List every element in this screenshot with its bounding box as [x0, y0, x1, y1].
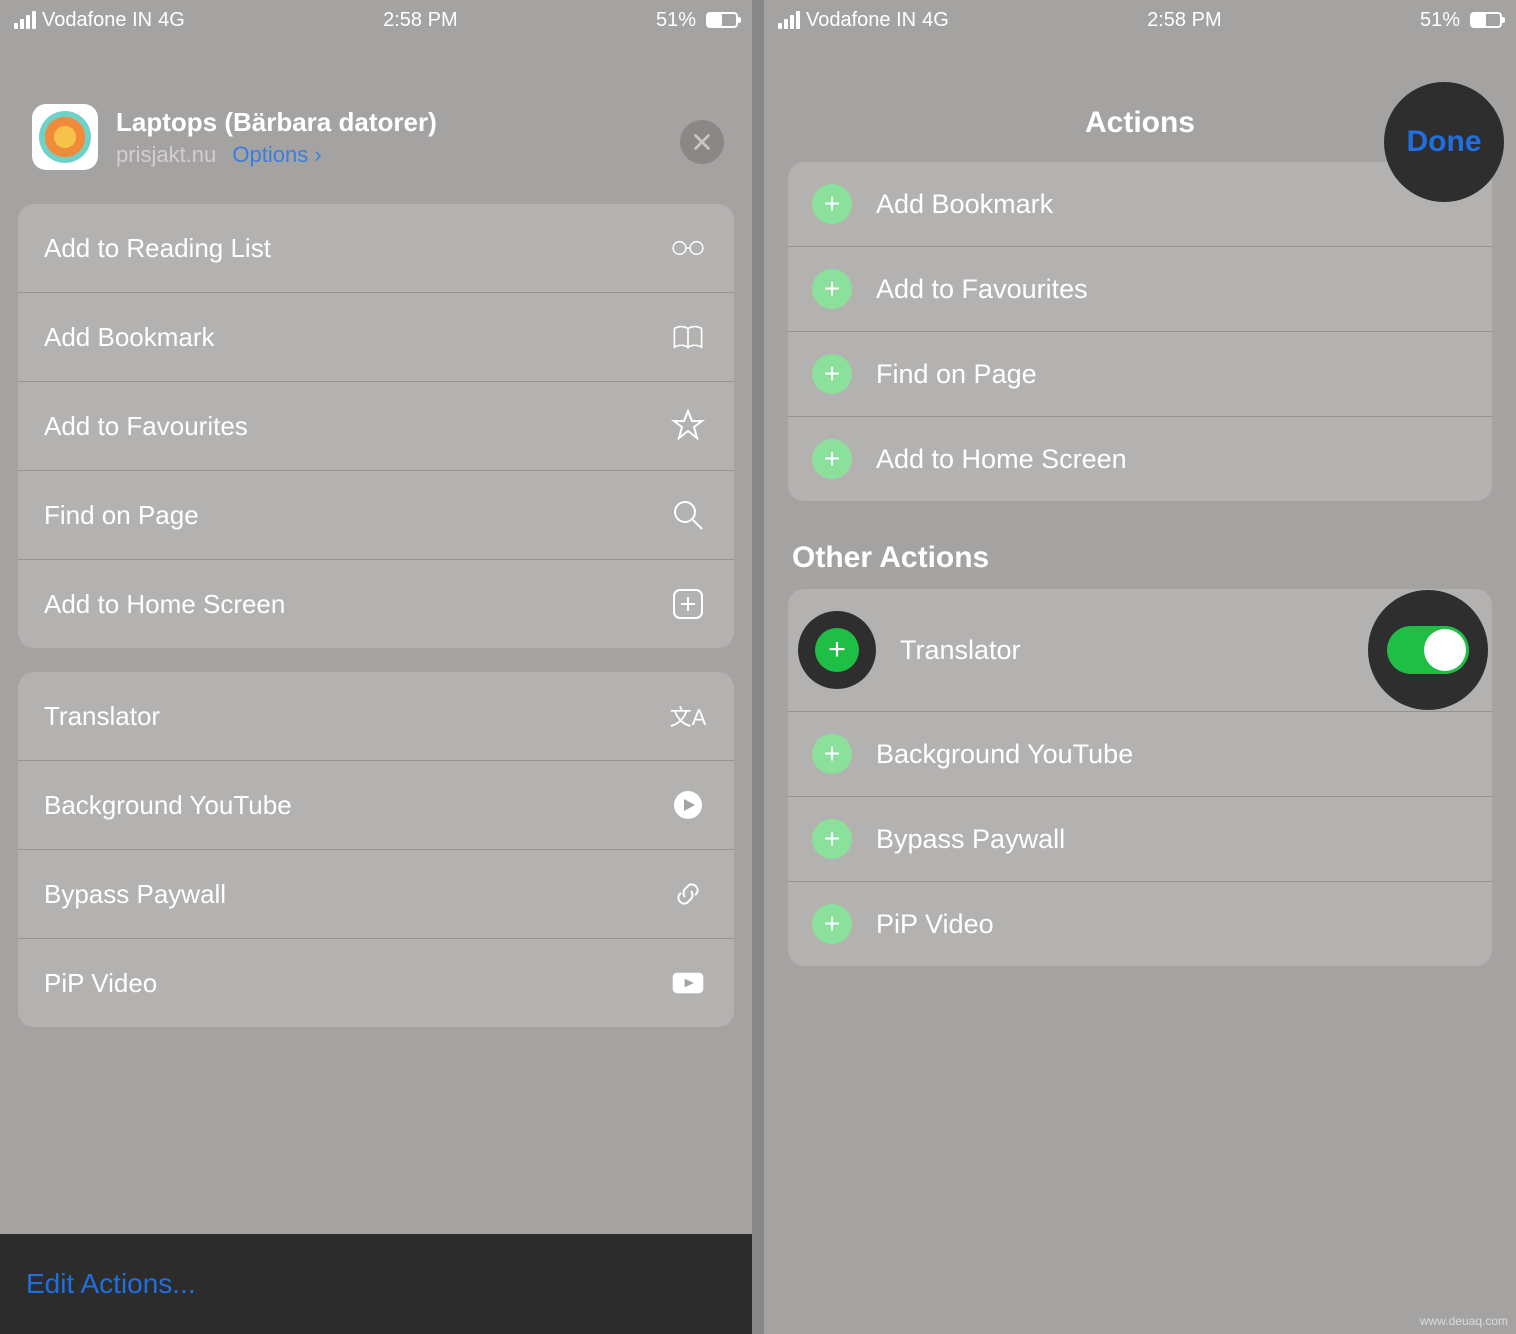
- row-add-bookmark[interactable]: Add Bookmark: [18, 293, 734, 382]
- battery-icon: [1470, 12, 1502, 28]
- row-label: Bypass Paywall: [44, 879, 226, 910]
- action-label: Add Bookmark: [876, 189, 1468, 220]
- row-label: Add Bookmark: [44, 322, 215, 353]
- add-icon[interactable]: +: [812, 184, 852, 224]
- battery-icon: [706, 12, 738, 28]
- battery-percent: 51%: [656, 9, 696, 32]
- action-add-to-favourites[interactable]: + Add to Favourites: [788, 247, 1492, 332]
- action-label: Background YouTube: [876, 739, 1136, 770]
- signal-icon: [14, 11, 36, 29]
- star-icon: [668, 406, 708, 446]
- other-actions-header: Other Actions: [792, 541, 1488, 575]
- action-label: Bypass Paywall: [876, 824, 1468, 855]
- carrier-label: Vodafone IN: [806, 9, 916, 32]
- row-add-to-reading-list[interactable]: Add to Reading List: [18, 204, 734, 293]
- actions-group-2: Translator 文A Background YouTube Bypass …: [18, 672, 734, 1027]
- row-label: Translator: [44, 701, 160, 732]
- phone-right: Vodafone IN 4G 2:58 PM 51% Actions Done …: [764, 0, 1516, 1334]
- row-label: PiP Video: [44, 968, 157, 999]
- toggle-knob: [1424, 629, 1466, 671]
- watermark: www.deuaq.com: [1420, 1314, 1508, 1328]
- book-icon: [668, 317, 708, 357]
- add-icon[interactable]: +: [812, 269, 852, 309]
- other-actions-group: + Translator + Background YouTube + Bypa…: [788, 589, 1492, 966]
- status-bar: Vodafone IN 4G 2:58 PM 51%: [764, 0, 1516, 40]
- video-rect-icon: [668, 963, 708, 1003]
- link-icon: [668, 874, 708, 914]
- row-bypass-paywall[interactable]: Bypass Paywall: [18, 850, 734, 939]
- actions-header: Actions Done: [764, 88, 1516, 158]
- share-domain: prisjakt.nu: [116, 142, 216, 167]
- share-options-link[interactable]: Options ›: [232, 142, 321, 167]
- action-label: Find on Page: [876, 359, 1468, 390]
- clock: 2:58 PM: [1147, 9, 1221, 32]
- edit-actions-label: Edit Actions...: [26, 1268, 196, 1300]
- favourite-actions-group: + Add Bookmark + Add to Favourites + Fin…: [788, 162, 1492, 501]
- action-label: PiP Video: [876, 909, 1468, 940]
- actions-group-1: Add to Reading List Add Bookmark Add to …: [18, 204, 734, 648]
- row-background-youtube[interactable]: Background YouTube: [18, 761, 734, 850]
- signal-icon: [778, 11, 800, 29]
- add-icon[interactable]: +: [812, 904, 852, 944]
- row-label: Add to Reading List: [44, 233, 271, 264]
- translator-toggle[interactable]: [1387, 626, 1469, 674]
- row-translator[interactable]: Translator 文A: [18, 672, 734, 761]
- close-button[interactable]: [680, 120, 724, 164]
- action-bypass-paywall[interactable]: + Bypass Paywall: [788, 797, 1492, 882]
- action-label: Add to Home Screen: [876, 444, 1468, 475]
- share-header: Laptops (Bärbara datorer) prisjakt.nu Op…: [18, 90, 734, 180]
- row-pip-video[interactable]: PiP Video: [18, 939, 734, 1027]
- done-button[interactable]: Done: [1384, 82, 1504, 202]
- action-add-to-home-screen[interactable]: + Add to Home Screen: [788, 417, 1492, 501]
- share-title: Laptops (Bärbara datorer): [116, 107, 437, 138]
- status-bar: Vodafone IN 4G 2:58 PM 51%: [0, 0, 752, 40]
- toggle-highlight: [1368, 590, 1488, 710]
- add-icon[interactable]: +: [812, 354, 852, 394]
- row-label: Add to Home Screen: [44, 589, 285, 620]
- clock: 2:58 PM: [383, 9, 457, 32]
- search-icon: [668, 495, 708, 535]
- edit-actions-bar[interactable]: Edit Actions...: [0, 1234, 752, 1334]
- plus-square-icon: [668, 584, 708, 624]
- row-label: Background YouTube: [44, 790, 292, 821]
- action-background-youtube[interactable]: + Background YouTube: [788, 712, 1492, 797]
- row-find-on-page[interactable]: Find on Page: [18, 471, 734, 560]
- play-circle-icon: [668, 785, 708, 825]
- row-add-to-favourites[interactable]: Add to Favourites: [18, 382, 734, 471]
- row-label: Add to Favourites: [44, 411, 248, 442]
- action-label: Add to Favourites: [876, 274, 1468, 305]
- network-label: 4G: [922, 9, 949, 32]
- phone-left: Vodafone IN 4G 2:58 PM 51% Laptops (Bärb…: [0, 0, 752, 1334]
- action-translator[interactable]: + Translator: [788, 589, 1492, 712]
- action-find-on-page[interactable]: + Find on Page: [788, 332, 1492, 417]
- row-add-to-home-screen[interactable]: Add to Home Screen: [18, 560, 734, 648]
- network-label: 4G: [158, 9, 185, 32]
- battery-percent: 51%: [1420, 9, 1460, 32]
- glasses-icon: [668, 228, 708, 268]
- action-pip-video[interactable]: + PiP Video: [788, 882, 1492, 966]
- carrier-label: Vodafone IN: [42, 9, 152, 32]
- add-icon[interactable]: +: [812, 734, 852, 774]
- site-favicon: [32, 104, 98, 170]
- add-icon[interactable]: +: [815, 628, 859, 672]
- action-add-bookmark[interactable]: + Add Bookmark: [788, 162, 1492, 247]
- highlight-circle: +: [798, 611, 876, 689]
- add-icon[interactable]: +: [812, 439, 852, 479]
- translate-icon: 文A: [668, 696, 708, 736]
- actions-title: Actions: [1085, 106, 1195, 140]
- row-label: Find on Page: [44, 500, 199, 531]
- add-icon[interactable]: +: [812, 819, 852, 859]
